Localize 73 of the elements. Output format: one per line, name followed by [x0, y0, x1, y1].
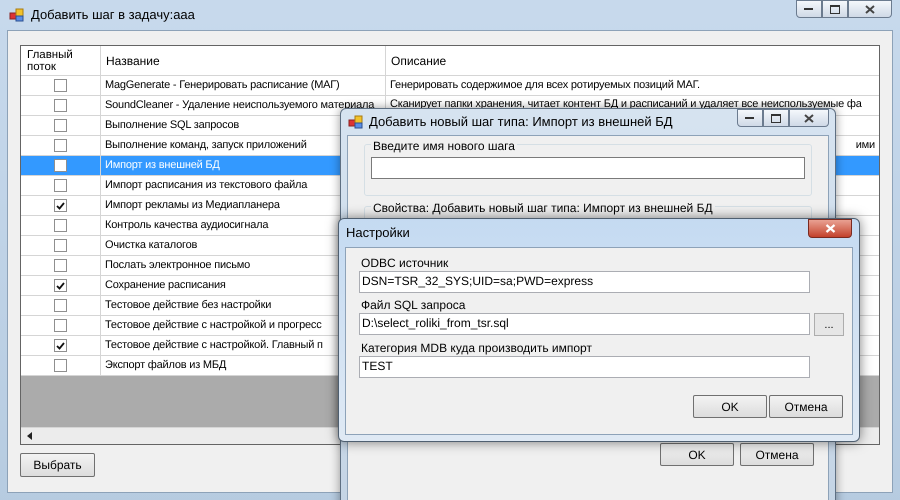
table-cell-text: Сохранение расписания [105, 278, 226, 294]
left-arrow-icon [27, 432, 32, 440]
field-label: Категория MDB куда производить импорт [360, 341, 593, 356]
checkbox[interactable] [54, 159, 67, 172]
table-cell-text: ими [856, 138, 875, 154]
window-title: Добавить новый шаг типа: Импорт из внешней БД [369, 113, 674, 132]
check-icon [56, 342, 65, 350]
minimize-icon [745, 116, 755, 120]
table-cell-text: Импорт из внешней БД [105, 158, 220, 174]
dialog-button[interactable]: Отмена [740, 443, 814, 466]
text-field[interactable]: D:\select_roliki_from_tsr.sql [359, 313, 810, 335]
checkbox[interactable] [54, 199, 67, 212]
text-field[interactable]: TEST [359, 356, 810, 378]
app-icon [348, 114, 364, 130]
checkbox[interactable] [54, 359, 67, 372]
name-input[interactable] [371, 157, 805, 179]
table-cell-text: Импорт рекламы из Медиапланера [105, 198, 280, 214]
dialog-button[interactable]: OK [660, 443, 734, 466]
table-cell-text: Выполнение команд, запуск приложений [105, 138, 307, 154]
table-cell-text: Генерировать содержимое для всех ротируемых позиций МАГ. [390, 78, 700, 94]
minimize-button[interactable] [796, 0, 822, 18]
select-button[interactable]: Выбрать [20, 453, 95, 477]
table-cell-text: Тестовое действие с настройкой и прогресс [105, 318, 322, 334]
checkbox[interactable] [54, 279, 67, 292]
close-icon [804, 114, 814, 122]
dialog-button[interactable]: Отмена [769, 395, 843, 418]
maximize-icon [771, 114, 781, 122]
checkbox[interactable] [54, 79, 67, 92]
minimize-button[interactable] [737, 109, 763, 127]
column-header[interactable]: Описание [386, 46, 879, 75]
checkbox[interactable] [54, 99, 67, 112]
dialog-button[interactable]: OK [693, 395, 767, 418]
table-cell-text: Послать электронное письмо [105, 258, 250, 274]
field-label: ODBC источник [360, 256, 450, 271]
table-cell-text: Очистка каталогов [105, 238, 198, 254]
table-cell-text: SoundCleaner - Удаление неиспользуемого материала [105, 98, 374, 114]
table-cell-text: Тестовое действие без настройки [105, 298, 272, 314]
table-cell-text: MagGenerate - Генерировать расписание (МАГ) [105, 78, 340, 94]
check-icon [56, 202, 65, 210]
text-field[interactable]: DSN=TSR_32_SYS;UID=sa;PWD=express [359, 271, 810, 293]
maximize-icon [830, 4, 840, 14]
checkbox[interactable] [54, 219, 67, 232]
dialog-title: Настройки [346, 224, 411, 242]
field-label: Файл SQL запроса [360, 298, 466, 313]
maximize-button[interactable] [822, 0, 848, 18]
app-icon [9, 7, 25, 23]
checkbox[interactable] [54, 339, 67, 352]
close-button[interactable] [789, 109, 829, 127]
checkbox[interactable] [54, 319, 67, 332]
checkbox[interactable] [54, 139, 67, 152]
maximize-button[interactable] [763, 109, 789, 127]
checkbox[interactable] [54, 259, 67, 272]
checkbox[interactable] [54, 119, 67, 132]
table-cell-text: Импорт расписания из текстового файла [105, 178, 308, 194]
checkbox[interactable] [54, 179, 67, 192]
table-row[interactable]: MagGenerate - Генерировать расписание (МАГ) Генерировать содержимое для всех ротируемых позиций МАГ. [21, 76, 879, 96]
table-cell-text: Экспорт файлов из МБД [105, 358, 226, 374]
table-cell-text: Контроль качества аудиосигнала [105, 218, 268, 234]
minimize-icon [804, 7, 814, 11]
column-header[interactable]: Главный поток [21, 46, 101, 75]
close-icon [865, 4, 875, 14]
browse-button[interactable]: ... [814, 313, 844, 336]
close-button[interactable] [848, 0, 892, 18]
close-icon [824, 224, 836, 233]
table-cell-text: Сканирует папки хранения, читает контент БД и расписаний и удаляет все неиспользуемые фа [390, 97, 862, 110]
checkbox[interactable] [54, 299, 67, 312]
close-button[interactable] [808, 219, 852, 238]
window-title: Добавить шаг в задачу:aaa [31, 6, 196, 24]
table-cell-text: Выполнение SQL запросов [105, 118, 240, 134]
column-header[interactable]: Название [101, 46, 386, 75]
checkbox[interactable] [54, 239, 67, 252]
check-icon [56, 282, 65, 290]
table-cell-text: Тестовое действие с настройкой. Главный п [105, 338, 323, 354]
